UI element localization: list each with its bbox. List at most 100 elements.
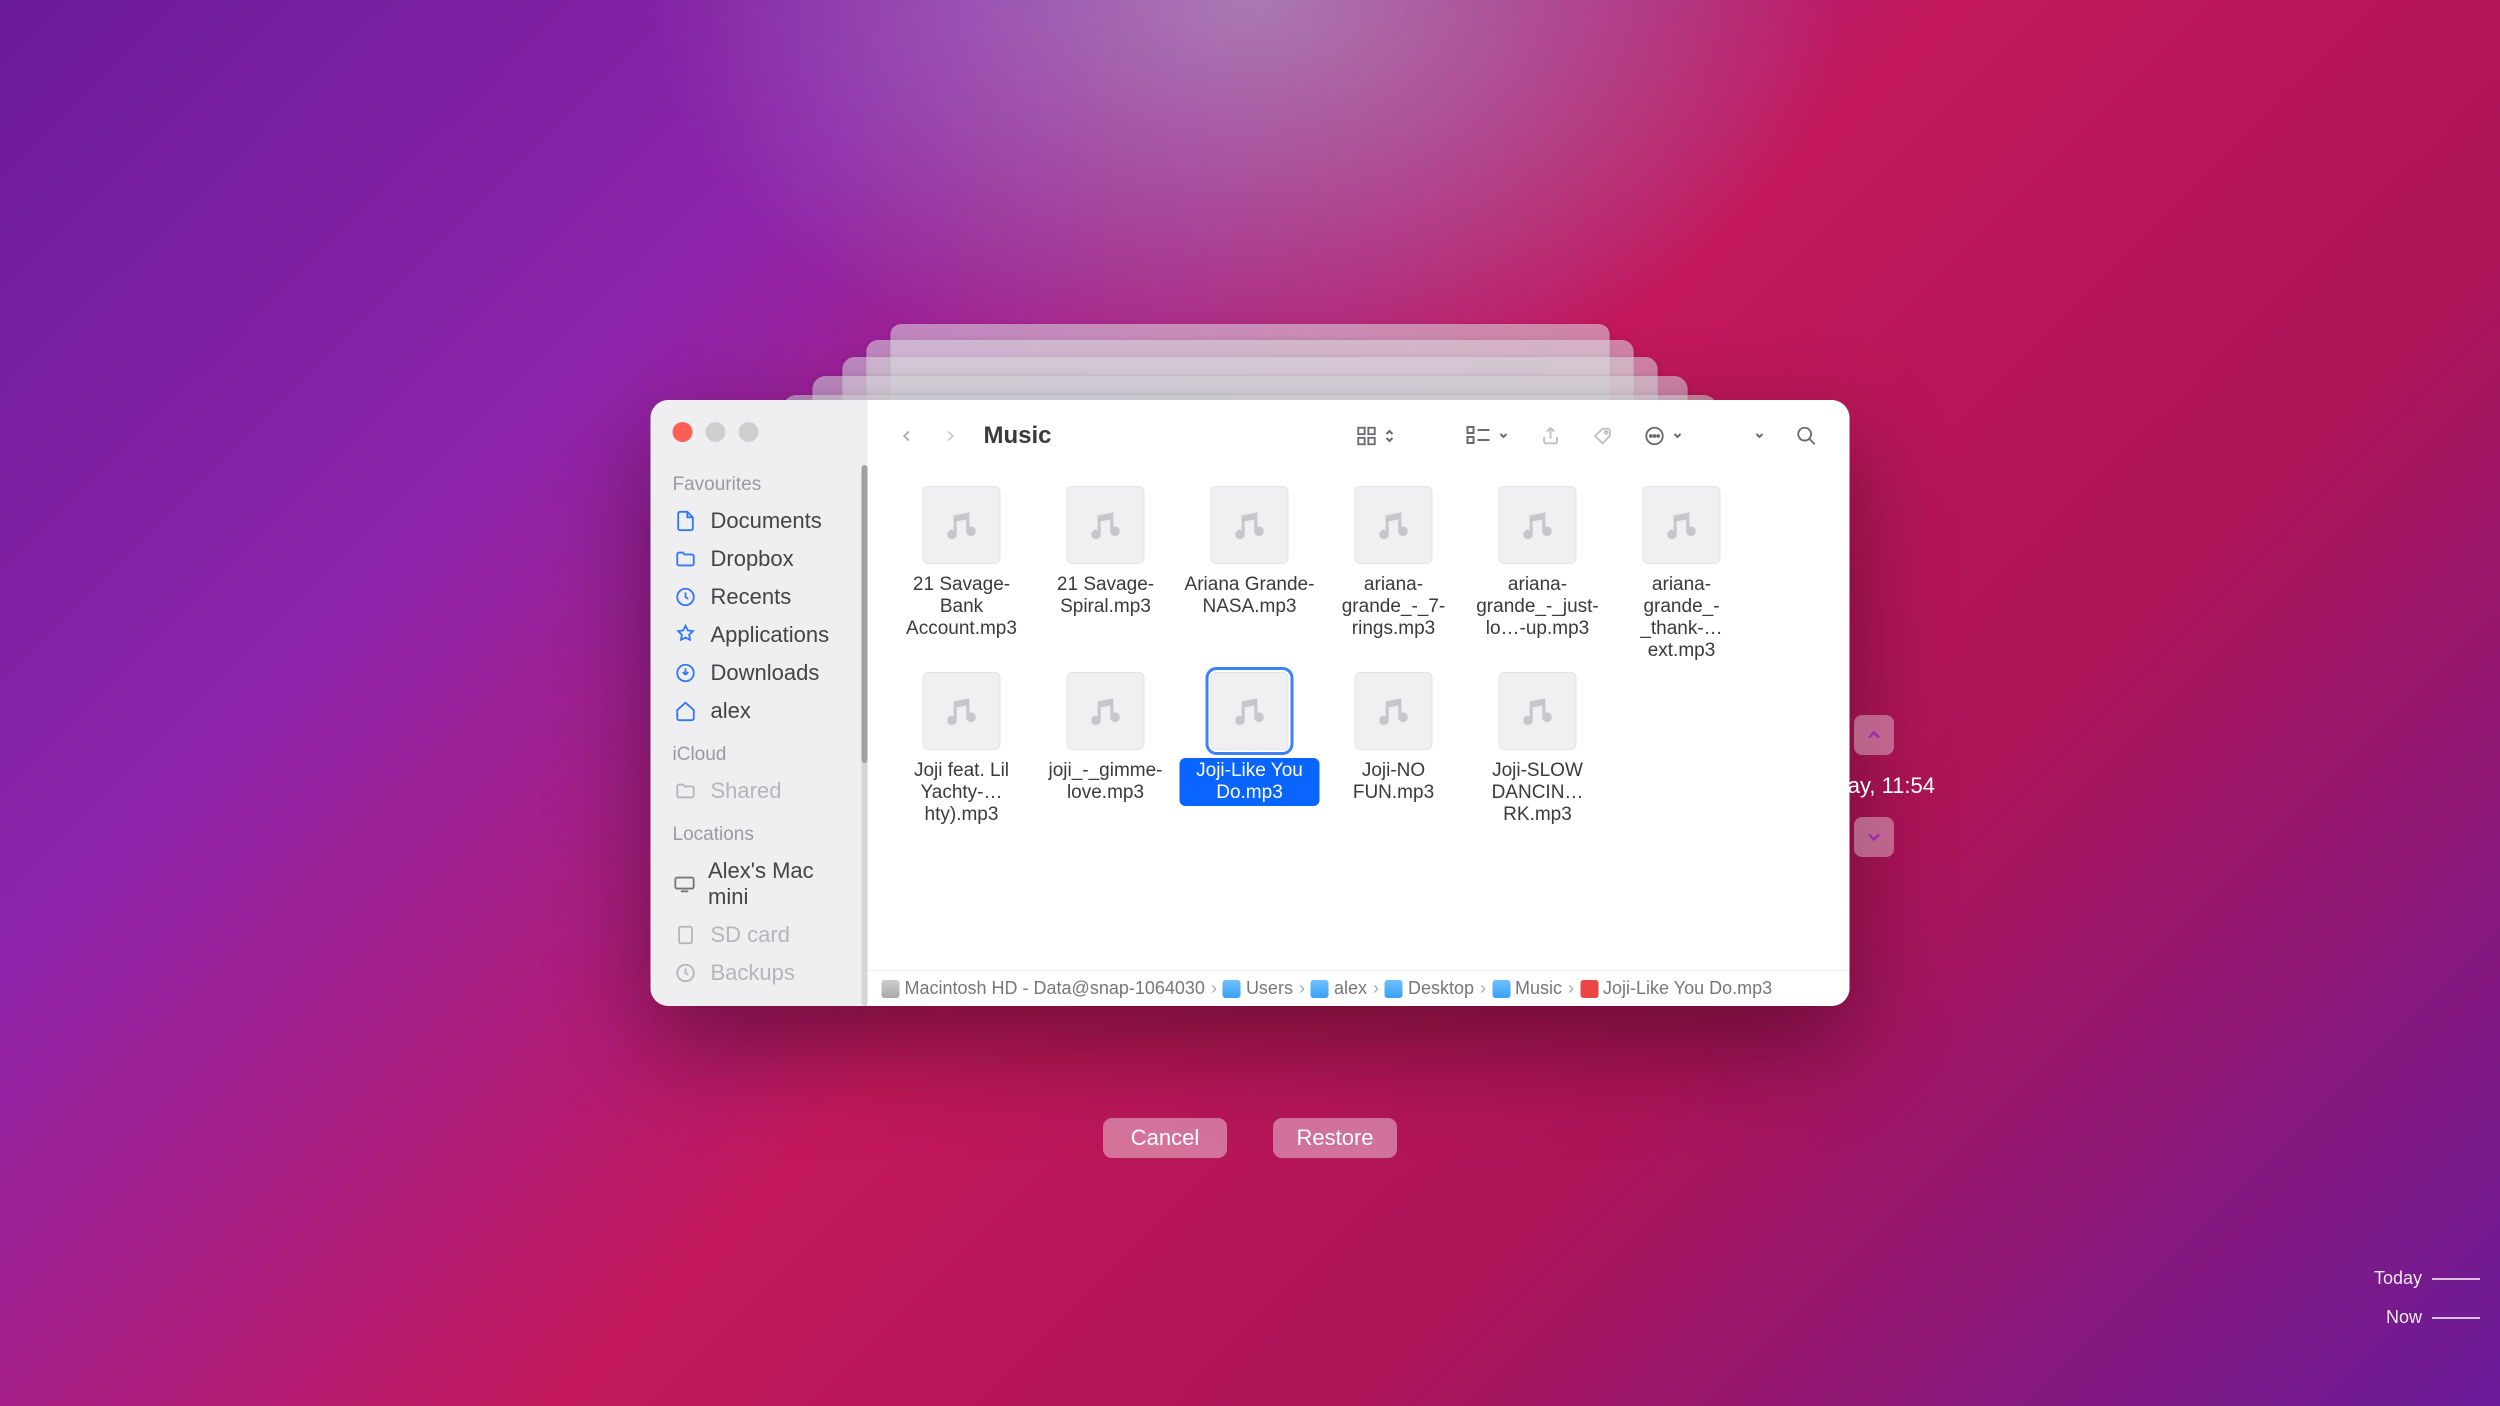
sidebar-label: Applications	[711, 622, 830, 648]
timeline-label: Today	[2374, 1268, 2422, 1289]
timeline: Today Now	[2330, 1250, 2480, 1346]
file-item[interactable]: Ariana Grande-NASA.mp3	[1178, 486, 1322, 664]
music-file-icon	[923, 672, 1001, 750]
sidebar-scrollbar-thumb[interactable]	[862, 465, 868, 763]
chevron-right-icon: ›	[1568, 978, 1574, 999]
window-title: Music	[984, 422, 1052, 450]
music-file-icon	[923, 486, 1001, 564]
breadcrumb-item[interactable]: Joji-Like You Do.mp3	[1580, 978, 1772, 999]
chevron-right-icon: ›	[1299, 978, 1305, 999]
hd-icon	[882, 980, 900, 998]
file-item[interactable]: ariana-grande_-_thank-…ext.mp3	[1610, 486, 1754, 664]
nav-up-button[interactable]	[1854, 715, 1894, 755]
file-item[interactable]: 21 Savage-Spiral.mp3	[1034, 486, 1178, 664]
file-item[interactable]: Joji feat. Lil Yachty-…hty).mp3	[890, 672, 1034, 828]
music-file-icon	[1067, 672, 1145, 750]
search-button[interactable]	[1788, 420, 1826, 452]
sidebar-label: Downloads	[711, 660, 820, 686]
breadcrumb-item[interactable]: alex	[1311, 978, 1367, 999]
path-bar: Macintosh HD - Data@snap-1064030 › Users › a…	[868, 970, 1850, 1006]
finder-main: Music 21 Savage-Bank Account.mp321 Savag…	[868, 400, 1850, 1006]
file-name: ariana-grande_-_thank-…ext.mp3	[1612, 572, 1752, 664]
close-button[interactable]	[673, 422, 693, 442]
sidebar-label: Documents	[711, 508, 822, 534]
nav-down-button[interactable]	[1854, 817, 1894, 857]
breadcrumb-label: Macintosh HD - Data@snap-1064030	[905, 978, 1205, 999]
breadcrumb-label: alex	[1334, 978, 1367, 999]
zoom-button[interactable]	[739, 422, 759, 442]
back-button[interactable]	[892, 421, 922, 451]
applications-icon	[673, 622, 699, 648]
file-name: joji_-_gimme-love.mp3	[1036, 758, 1176, 806]
download-icon	[673, 660, 699, 686]
file-item[interactable]: ariana-grande_-_7-rings.mp3	[1322, 486, 1466, 664]
sidebar-label: SD card	[711, 922, 790, 948]
clock-icon	[673, 584, 699, 610]
folder-icon	[1223, 980, 1241, 998]
sidebar-label: alex	[711, 698, 751, 724]
sidebar-section-favourites: Favourites	[651, 460, 868, 502]
file-item[interactable]: ariana-grande_-_just-lo…-up.mp3	[1466, 486, 1610, 664]
shared-folder-icon	[673, 778, 699, 804]
timeline-tick-icon	[2432, 1278, 2480, 1280]
timeline-today[interactable]: Today	[2330, 1268, 2480, 1289]
sidebar-item-sdcard[interactable]: SD card	[651, 916, 868, 954]
tag-button[interactable]	[1584, 420, 1622, 452]
restore-button[interactable]: Restore	[1273, 1118, 1397, 1158]
breadcrumb-item[interactable]: Users	[1223, 978, 1293, 999]
traffic-lights	[651, 418, 868, 460]
file-name: Ariana Grande-NASA.mp3	[1180, 572, 1320, 620]
time-machine-nav: Today, 11:54	[1812, 715, 1935, 857]
sidebar-label: Backups	[711, 960, 795, 986]
music-file-icon	[1499, 486, 1577, 564]
sidebar-scrollbar[interactable]	[862, 465, 868, 1006]
breadcrumb-item[interactable]: Macintosh HD - Data@snap-1064030	[882, 978, 1205, 999]
action-button[interactable]	[1636, 420, 1692, 452]
sidebar-label: Alex's Mac mini	[708, 858, 846, 910]
sidebar-item-home[interactable]: alex	[651, 692, 868, 730]
forward-button[interactable]	[936, 421, 966, 451]
view-grid-button[interactable]	[1348, 420, 1404, 452]
sidebar-item-dropbox[interactable]: Dropbox	[651, 540, 868, 578]
sidebar-label: Recents	[711, 584, 792, 610]
timeline-now[interactable]: Now	[2330, 1307, 2480, 1328]
folder-icon	[1311, 980, 1329, 998]
time-machine-buttons: Cancel Restore	[1103, 1118, 1397, 1158]
sidebar-item-applications[interactable]: Applications	[651, 616, 868, 654]
file-item[interactable]: Joji-Like You Do.mp3	[1178, 672, 1322, 828]
breadcrumb-item[interactable]: Desktop	[1385, 978, 1474, 999]
chevron-right-icon: ›	[1373, 978, 1379, 999]
file-item[interactable]: Joji-SLOW DANCIN…RK.mp3	[1466, 672, 1610, 828]
file-item[interactable]: Joji-NO FUN.mp3	[1322, 672, 1466, 828]
snapshot-time-label: Today, 11:54	[1812, 773, 1935, 799]
file-name: 21 Savage-Bank Account.mp3	[892, 572, 1032, 642]
sidebar-item-shared[interactable]: Shared	[651, 772, 868, 810]
finder-window: Favourites Documents Dropbox Recents App…	[651, 400, 1850, 1006]
sidebar-item-documents[interactable]: Documents	[651, 502, 868, 540]
group-button[interactable]	[1458, 420, 1518, 452]
breadcrumb-item[interactable]: Music	[1492, 978, 1562, 999]
music-file-icon	[1211, 672, 1289, 750]
sidebar-item-mac[interactable]: Alex's Mac mini	[651, 852, 868, 916]
music-file-icon	[1211, 486, 1289, 564]
sidebar: Favourites Documents Dropbox Recents App…	[651, 400, 868, 1006]
file-name: Joji-Like You Do.mp3	[1180, 758, 1320, 806]
file-name: 21 Savage-Spiral.mp3	[1036, 572, 1176, 620]
document-icon	[673, 508, 699, 534]
sidebar-item-downloads[interactable]: Downloads	[651, 654, 868, 692]
file-item[interactable]: 21 Savage-Bank Account.mp3	[890, 486, 1034, 664]
toolbar: Music	[868, 400, 1850, 472]
more-button[interactable]	[1746, 420, 1774, 452]
minimize-button[interactable]	[706, 422, 726, 442]
file-name: ariana-grande_-_7-rings.mp3	[1324, 572, 1464, 642]
cancel-button[interactable]: Cancel	[1103, 1118, 1227, 1158]
sidebar-item-recents[interactable]: Recents	[651, 578, 868, 616]
share-button[interactable]	[1532, 420, 1570, 452]
file-item[interactable]: joji_-_gimme-love.mp3	[1034, 672, 1178, 828]
sidebar-item-backups[interactable]: Backups	[651, 954, 868, 992]
music-file-icon	[1643, 486, 1721, 564]
folder-icon	[1492, 980, 1510, 998]
folder-icon	[1385, 980, 1403, 998]
music-file-icon	[1499, 672, 1577, 750]
breadcrumb-label: Desktop	[1408, 978, 1474, 999]
